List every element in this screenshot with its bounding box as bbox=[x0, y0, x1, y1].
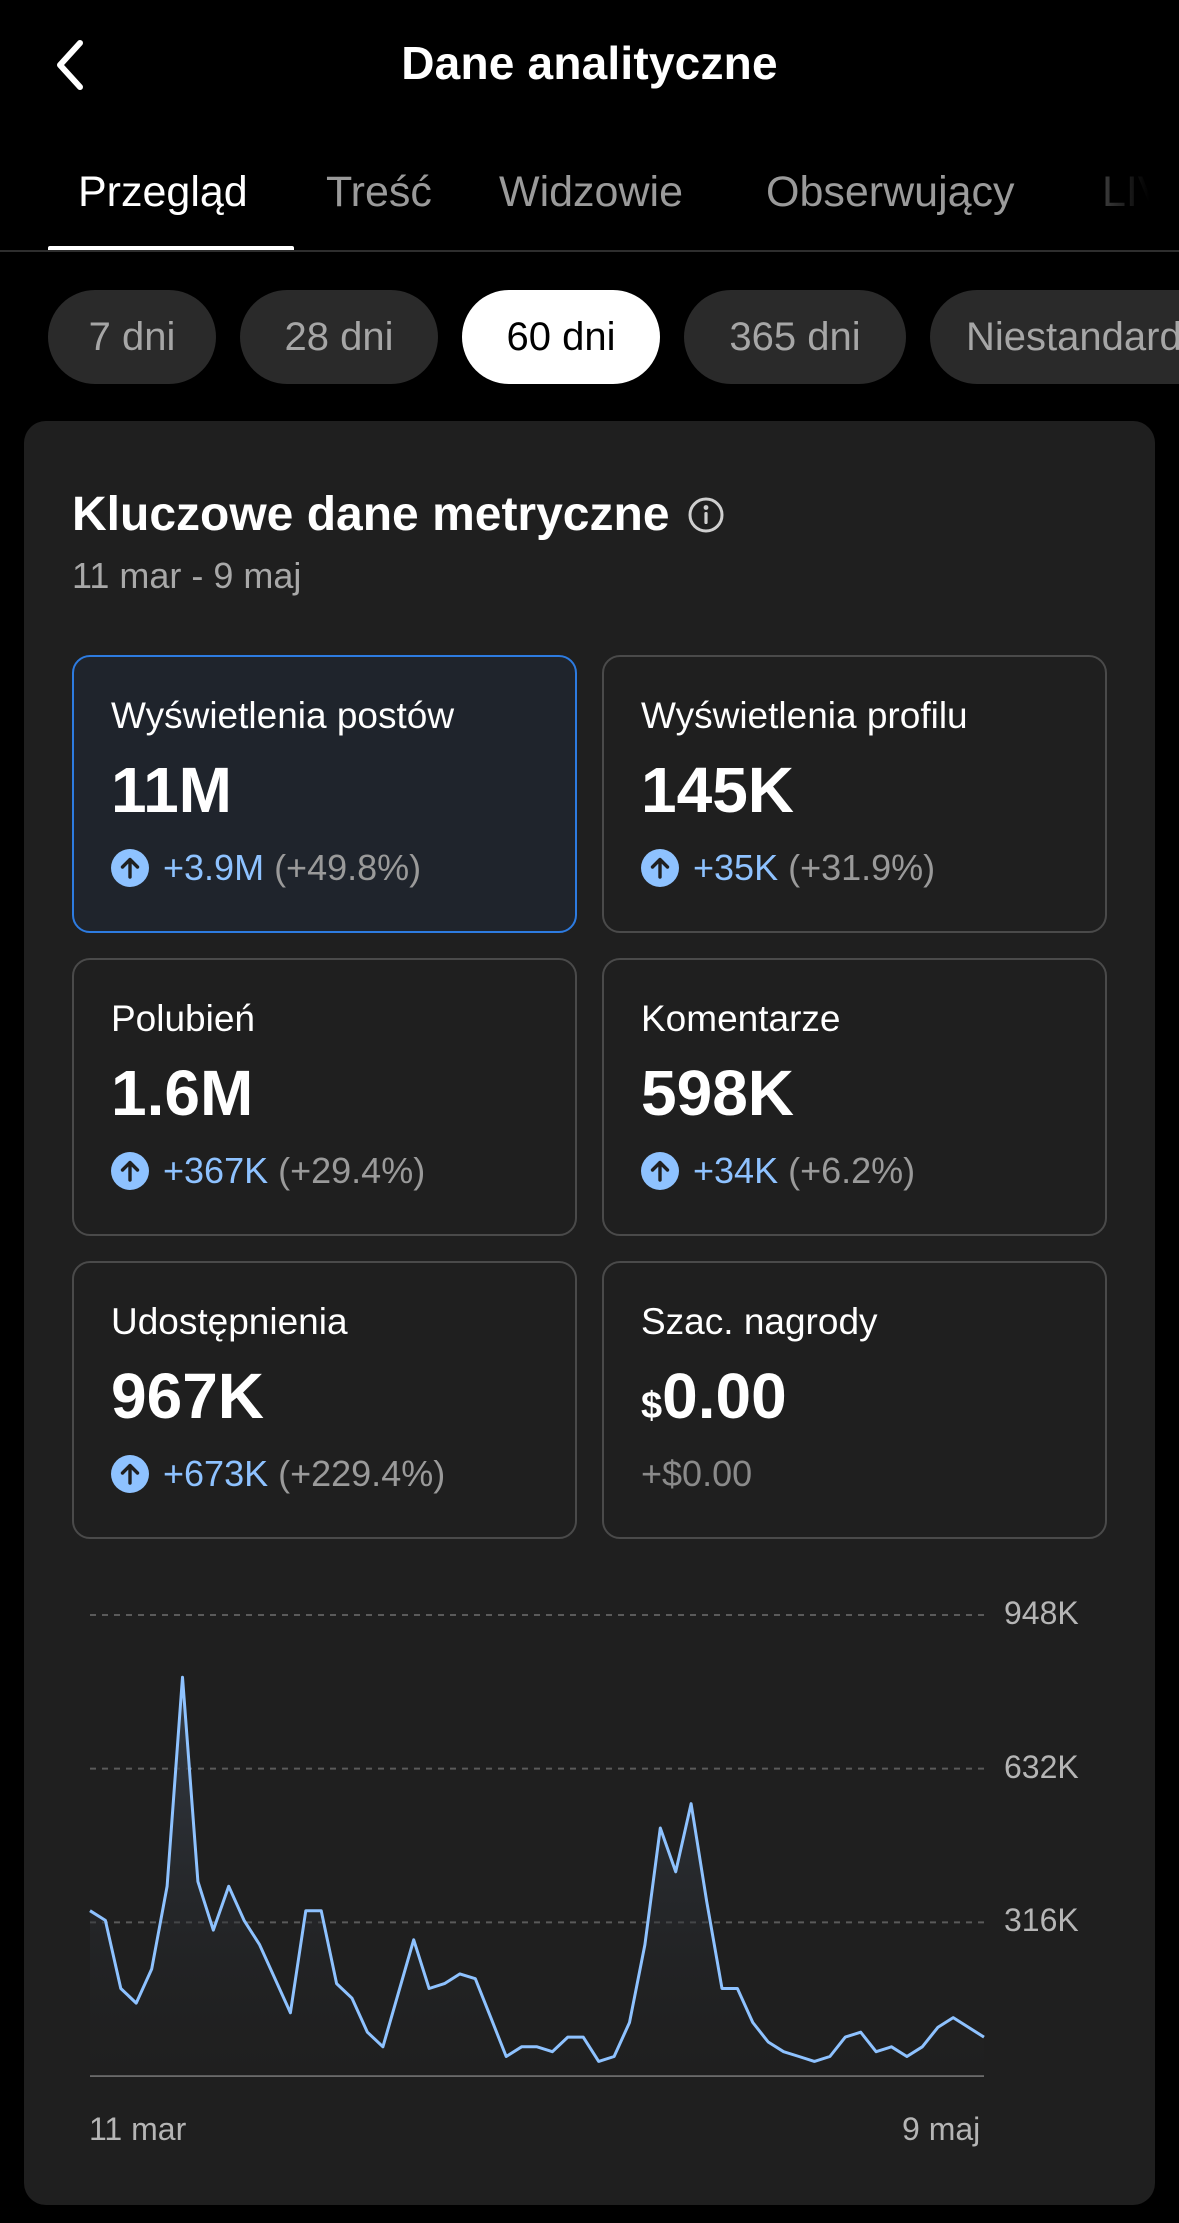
range-chip-365-days[interactable]: 365 dni bbox=[684, 290, 906, 384]
tab-bar: Przegląd Treść Widzowie Obserwujący LIVE bbox=[0, 150, 1179, 252]
range-chip-custom[interactable]: Niestandardowy bbox=[930, 290, 1179, 384]
chart-svg bbox=[89, 1614, 985, 2077]
range-chip-28-days[interactable]: 28 dni bbox=[240, 290, 438, 384]
tab-viewers[interactable]: Widzowie bbox=[499, 168, 683, 217]
tab-content[interactable]: Treść bbox=[326, 168, 432, 217]
x-end-label: 9 maj bbox=[902, 2111, 981, 2147]
post-views-chart: 948K 632K 316K 11 mar 9 maj bbox=[24, 421, 1155, 2205]
key-metrics-card: Kluczowe dane metryczne 11 mar - 9 maj W… bbox=[24, 421, 1155, 2205]
range-chip-60-days[interactable]: 60 dni bbox=[462, 290, 660, 384]
date-range-selector: 7 dni 28 dni 60 dni 365 dni Niestandardo… bbox=[0, 290, 1179, 386]
y-tick-label: 948K bbox=[1004, 1595, 1079, 1631]
y-tick-label: 632K bbox=[1004, 1748, 1079, 1785]
top-bar: Dane analityczne bbox=[0, 0, 1179, 130]
chart-area-fill bbox=[90, 1677, 984, 2076]
range-chip-7-days[interactable]: 7 dni bbox=[48, 290, 216, 384]
tab-live[interactable]: LIVE bbox=[1102, 168, 1179, 217]
active-tab-indicator bbox=[48, 246, 294, 250]
y-tick-label: 316K bbox=[1004, 1902, 1079, 1939]
tab-followers[interactable]: Obserwujący bbox=[766, 168, 1015, 217]
tab-overview[interactable]: Przegląd bbox=[78, 168, 248, 217]
x-start-label: 11 mar bbox=[89, 2111, 187, 2147]
page-title: Dane analityczne bbox=[401, 37, 778, 89]
